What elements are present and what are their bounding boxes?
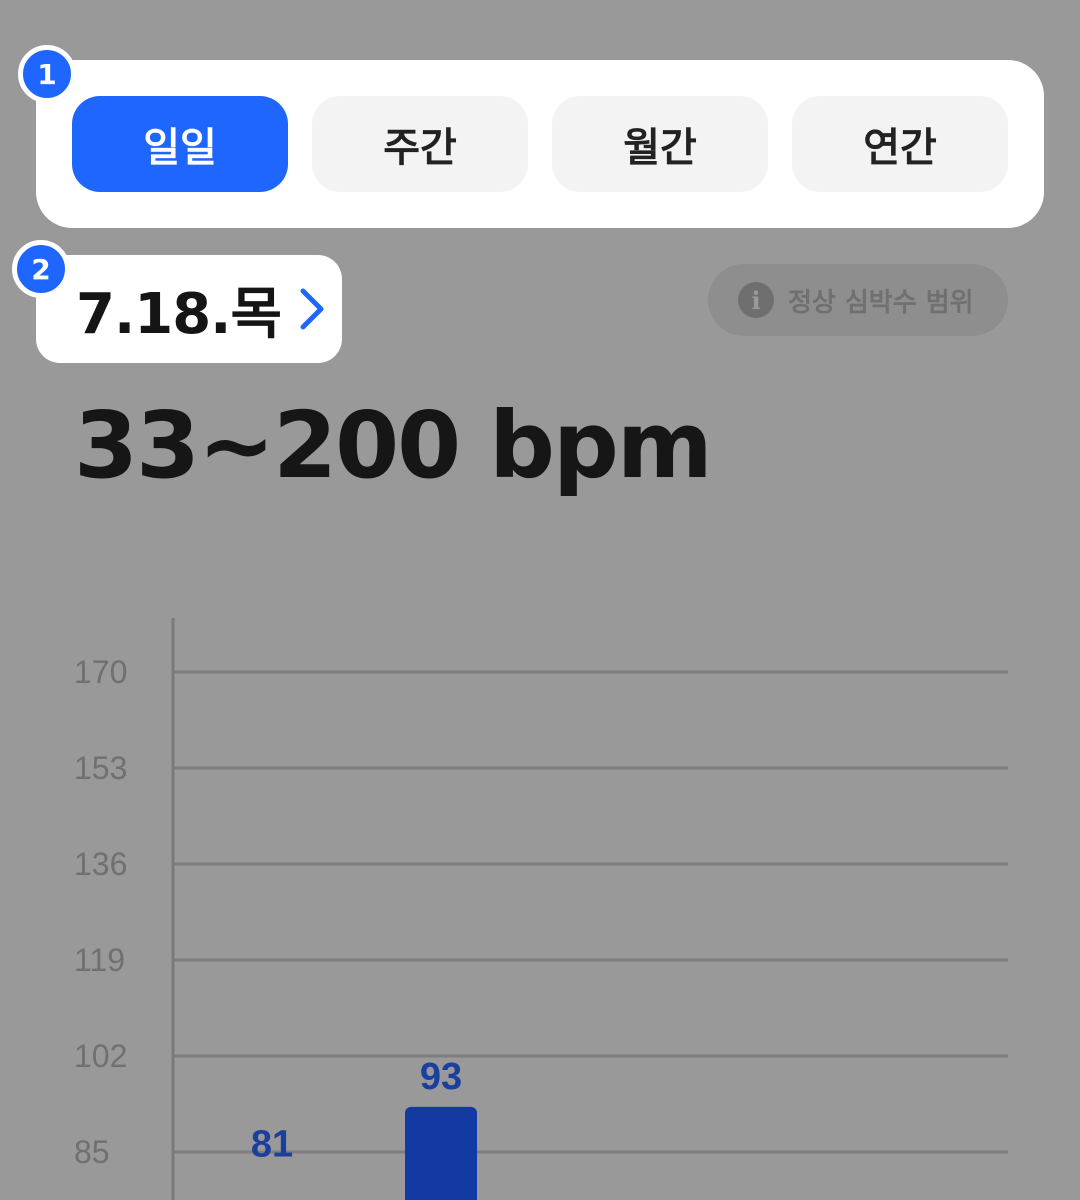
y-tick-label: 102 bbox=[74, 1038, 127, 1074]
y-tick-label: 85 bbox=[74, 1134, 110, 1170]
date-label: 7.18.목 bbox=[76, 281, 282, 347]
bar bbox=[405, 1106, 477, 1200]
step-badge-1: 1 bbox=[18, 45, 76, 103]
heart-rate-range: 33~200 bpm bbox=[74, 392, 713, 499]
y-tick-label: 153 bbox=[74, 750, 127, 786]
bar-value-label: 93 bbox=[420, 1056, 462, 1098]
tab-daily[interactable]: 일일 bbox=[72, 96, 288, 192]
tab-weekly[interactable]: 주간 bbox=[312, 96, 528, 192]
y-tick-label: 170 bbox=[74, 654, 127, 690]
y-tick-label: 136 bbox=[74, 846, 127, 882]
bar-value-label: 81 bbox=[251, 1124, 293, 1166]
normal-range-button[interactable]: i 정상 심박수 범위 bbox=[708, 264, 1008, 336]
info-icon: i bbox=[738, 282, 774, 318]
tab-monthly[interactable]: 월간 bbox=[552, 96, 768, 192]
normal-range-label: 정상 심박수 범위 bbox=[788, 287, 974, 318]
heart-rate-chart: 170 153 136 119 102 85 81 93 bbox=[74, 618, 1008, 1200]
step-badge-2: 2 bbox=[12, 240, 70, 298]
tab-yearly[interactable]: 연간 bbox=[792, 96, 1008, 192]
period-selector: 일일 주간 월간 연간 bbox=[36, 60, 1044, 228]
chevron-right-icon[interactable] bbox=[297, 287, 327, 331]
date-navigator[interactable]: 7.18.목 bbox=[36, 255, 342, 363]
y-tick-label: 119 bbox=[74, 942, 125, 978]
